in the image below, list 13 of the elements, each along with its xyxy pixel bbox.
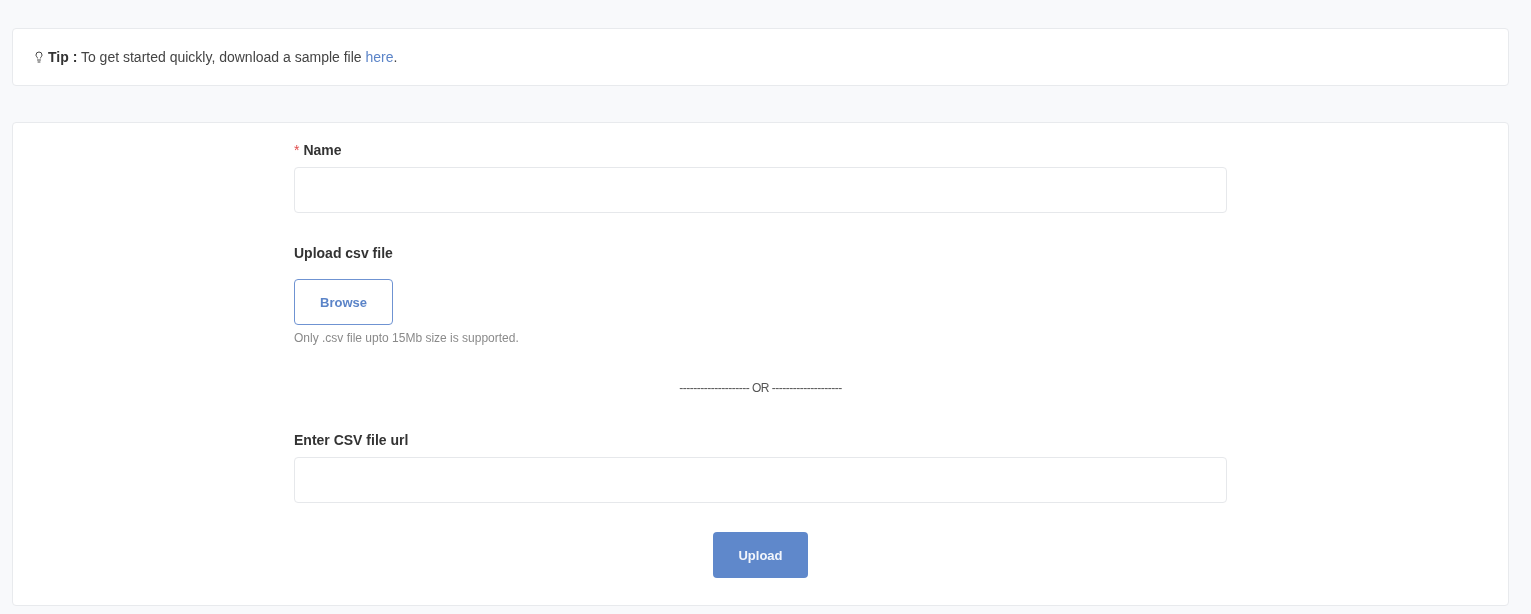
upload-button[interactable]: Upload <box>713 532 808 578</box>
upload-label: Upload csv file <box>294 245 393 262</box>
url-input-field[interactable] <box>294 457 1227 503</box>
file-hint-text: Only .csv file upto 15Mb size is supported. <box>294 331 519 345</box>
or-separator: -------------------- OR -------------------- <box>679 381 842 395</box>
browse-button[interactable]: Browse <box>294 279 393 325</box>
tip-text: Tip : To get started quickly, download a sample file here. <box>48 49 398 65</box>
lightbulb-icon <box>33 51 45 63</box>
name-label: Name <box>303 142 342 159</box>
required-mark: * <box>294 142 300 159</box>
url-label: Enter CSV file url <box>294 432 409 449</box>
sample-file-link[interactable]: here <box>365 49 394 65</box>
name-input-field[interactable] <box>294 167 1227 213</box>
